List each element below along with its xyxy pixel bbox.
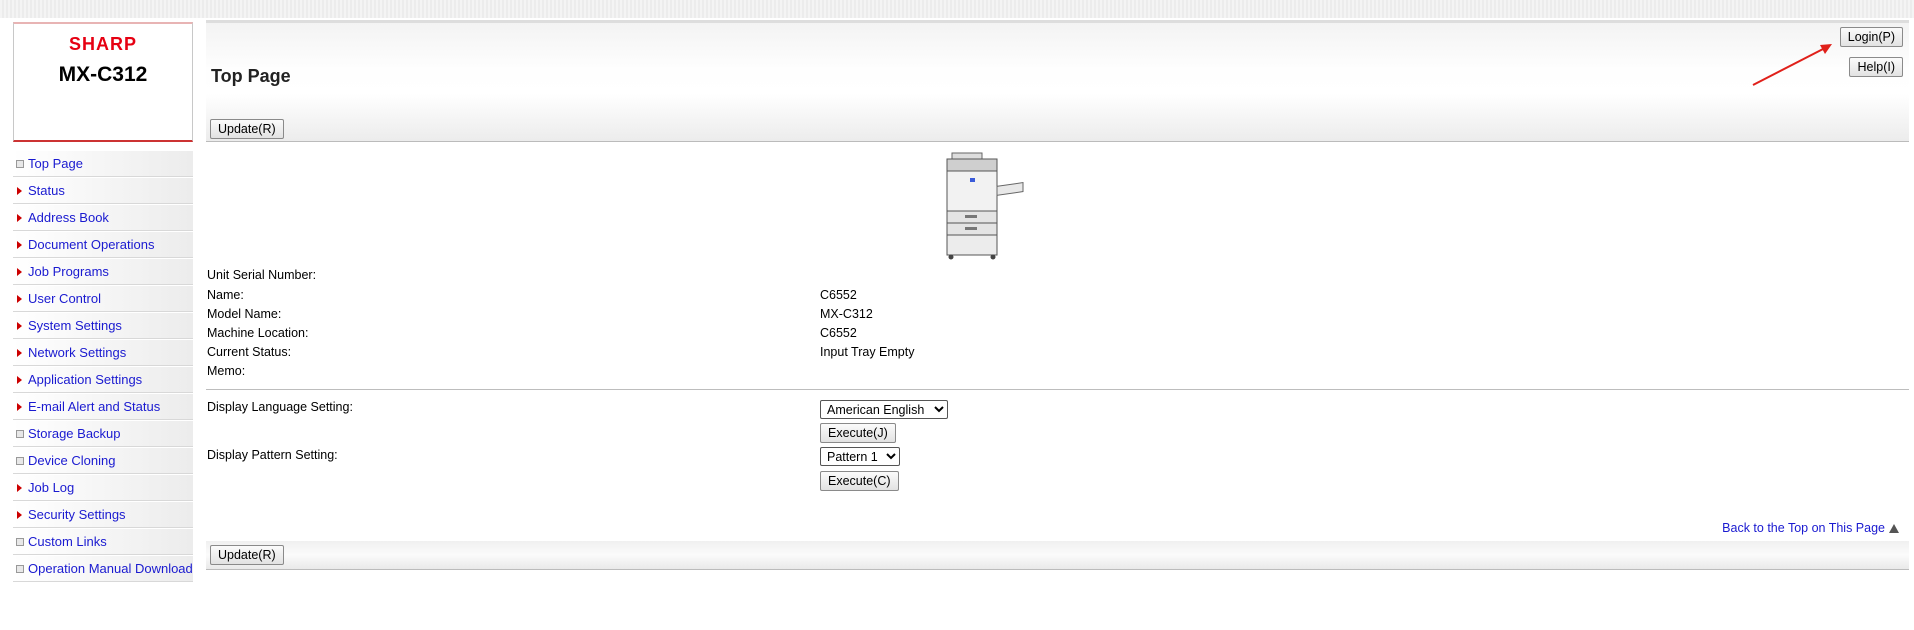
serial-label: Unit Serial Number:	[207, 268, 317, 282]
location-value: C6552	[820, 326, 857, 340]
sidebar-item-address-book[interactable]: Address Book	[13, 205, 193, 231]
page-title: Top Page	[211, 66, 291, 86]
sidebar-item-label[interactable]: System Settings	[28, 313, 122, 338]
login-button[interactable]: Login(P)	[1839, 27, 1903, 47]
sidebar-item-label[interactable]: Device Cloning	[28, 448, 115, 473]
back-to-top-link[interactable]: Back to the Top on This Page	[1722, 521, 1899, 535]
name-label: Name:	[207, 288, 244, 302]
arrow-right-icon	[17, 322, 22, 330]
sidebar-item-status[interactable]: Status	[13, 178, 193, 204]
sidebar-item-operation-manual[interactable]: Operation Manual Download	[13, 556, 193, 582]
arrow-right-icon	[17, 376, 22, 384]
sidebar-item-label[interactable]: Top Page	[28, 151, 83, 176]
back-to-top-label: Back to the Top on This Page	[1722, 521, 1885, 535]
sidebar-item-label[interactable]: Custom Links	[28, 529, 107, 554]
arrow-right-icon	[17, 484, 22, 492]
sidebar-item-label[interactable]: Job Log	[28, 475, 74, 500]
sidebar-item-user-control[interactable]: User Control	[13, 286, 193, 312]
page-box-icon	[16, 160, 24, 168]
brand-logo: SHARP	[68, 34, 137, 54]
sidebar-item-label[interactable]: Application Settings	[28, 367, 142, 392]
page-box-icon	[16, 565, 24, 573]
execute-j-button[interactable]: Execute(J)	[820, 423, 896, 443]
sidebar-item-custom-links[interactable]: Custom Links	[13, 529, 193, 555]
logo-panel: SHARP MX-C312	[13, 22, 193, 142]
model-name-label: Model Name:	[207, 307, 282, 321]
arrow-right-icon	[17, 349, 22, 357]
sidebar-item-job-programs[interactable]: Job Programs	[13, 259, 193, 285]
page-box-icon	[16, 457, 24, 465]
page-box-icon	[16, 538, 24, 546]
language-setting-label: Display Language Setting:	[207, 400, 353, 414]
update-button-bottom[interactable]: Update(R)	[210, 545, 284, 565]
arrow-right-icon	[17, 187, 22, 195]
arrow-right-icon	[17, 295, 22, 303]
location-label: Machine Location:	[207, 326, 309, 340]
sidebar-item-job-log[interactable]: Job Log	[13, 475, 193, 501]
sidebar-item-label[interactable]: Address Book	[28, 205, 109, 230]
sidebar-item-label[interactable]: Job Programs	[28, 259, 109, 284]
help-button[interactable]: Help(I)	[1849, 57, 1903, 77]
sidebar-nav: Top Page Status Address Book Document Op…	[13, 151, 193, 583]
pattern-select[interactable]: Pattern 1	[820, 447, 900, 466]
sidebar-item-top-page[interactable]: Top Page	[13, 151, 193, 177]
sidebar-item-network-settings[interactable]: Network Settings	[13, 340, 193, 366]
memo-label: Memo:	[207, 364, 246, 378]
name-value: C6552	[820, 288, 857, 302]
sidebar-item-label[interactable]: Storage Backup	[28, 421, 121, 446]
sidebar-item-device-cloning[interactable]: Device Cloning	[13, 448, 193, 474]
divider	[206, 389, 1909, 390]
sidebar-item-system-settings[interactable]: System Settings	[13, 313, 193, 339]
sidebar-item-label[interactable]: Network Settings	[28, 340, 126, 365]
execute-c-button[interactable]: Execute(C)	[820, 471, 899, 491]
sidebar-item-email-alert[interactable]: E-mail Alert and Status	[13, 394, 193, 420]
device-model-title: MX-C312	[58, 63, 148, 86]
page-box-icon	[16, 430, 24, 438]
arrow-right-icon	[17, 268, 22, 276]
printer-image	[946, 152, 1024, 260]
sidebar-item-document-operations[interactable]: Document Operations	[13, 232, 193, 258]
sidebar-item-label[interactable]: Operation Manual Download	[28, 556, 193, 581]
triangle-up-icon	[1889, 524, 1899, 533]
arrow-right-icon	[17, 241, 22, 249]
sidebar-item-security-settings[interactable]: Security Settings	[13, 502, 193, 528]
sidebar-item-label[interactable]: Document Operations	[28, 232, 154, 257]
top-strip	[0, 0, 1914, 18]
sidebar-item-application-settings[interactable]: Application Settings	[13, 367, 193, 393]
arrow-right-icon	[17, 403, 22, 411]
model-name-value: MX-C312	[820, 307, 873, 321]
sidebar-item-label[interactable]: User Control	[28, 286, 101, 311]
arrow-right-icon	[17, 511, 22, 519]
sidebar-item-storage-backup[interactable]: Storage Backup	[13, 421, 193, 447]
footer-band: Update(R)	[206, 541, 1909, 570]
page-header: Top Page Login(P) Help(I) Update(R)	[206, 20, 1909, 142]
status-label: Current Status:	[207, 345, 292, 359]
update-button-top[interactable]: Update(R)	[210, 119, 284, 139]
arrow-right-icon	[17, 214, 22, 222]
status-value: Input Tray Empty	[820, 345, 915, 359]
sidebar-item-label[interactable]: Status	[28, 178, 65, 203]
pattern-setting-label: Display Pattern Setting:	[207, 448, 338, 462]
language-select[interactable]: American English	[820, 400, 948, 419]
sidebar-item-label[interactable]: E-mail Alert and Status	[28, 394, 160, 419]
sidebar-item-label[interactable]: Security Settings	[28, 502, 126, 527]
annotation-arrow-icon	[1752, 44, 1832, 86]
